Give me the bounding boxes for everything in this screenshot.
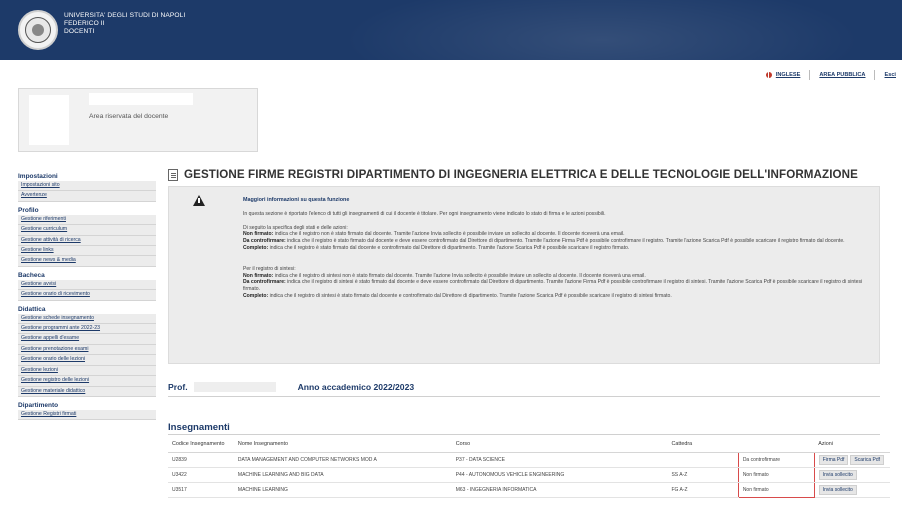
univ-line2: FEDERICO II [64, 20, 105, 27]
col-header: Azioni [814, 437, 890, 453]
sidebar-item[interactable]: Gestione prenotazione esami [18, 344, 156, 356]
inglese-link[interactable]: INGLESE [776, 72, 801, 78]
info-state-3: Completo: indica che il registro è stato… [243, 244, 630, 251]
sidebar-item[interactable]: Gestione orario delle lezioni [18, 355, 156, 366]
cell-corso: P37 - DATA SCIENCE [451, 452, 668, 468]
university-logo[interactable] [18, 10, 58, 50]
action-button[interactable]: Scarica Pdf [850, 454, 884, 465]
sidebar-item[interactable]: Gestione orario di ricevimento [18, 290, 156, 301]
avatar [29, 95, 69, 145]
action-button[interactable]: Firma Pdf [818, 454, 849, 465]
page-title-text: GESTIONE FIRME REGISTRI DIPARTIMENTO DI … [184, 168, 858, 181]
cell-codice: U3422 [168, 467, 234, 483]
table-row: U3422 MACHINE LEARNING AND BIG DATA P44 - … [168, 467, 890, 483]
info-sintesi-1: Non firmato: indica che il registro di s… [243, 272, 646, 279]
sidebar-item[interactable]: Gestione programmi ante 2022-23 [18, 324, 156, 335]
table-header-row: Codice Insegnamento Nome Insegnamento Co… [168, 437, 890, 453]
cell-cattedra: FG A-Z [667, 482, 739, 498]
sidebar-section-title: Dipartimento [18, 401, 59, 409]
info-intro: In questa sezione è riportato l'elenco d… [243, 210, 606, 217]
cell-corso: P44 - AUTONOMOUS VEHICLE ENGINEERING [451, 467, 668, 483]
header-bar: UNIVERSITA' DEGLI STUDI DI NAPOLI FEDERI… [0, 0, 902, 60]
info-box: Maggiori informazioni su questa funzione… [168, 186, 880, 364]
sidebar-item[interactable]: Avvertenze [18, 191, 156, 202]
sidebar-section-title: Didattica [18, 305, 46, 313]
cell-codice: U3517 [168, 482, 234, 498]
col-header: Cattedra [667, 437, 739, 453]
anno-accademico: Anno accademico 2022/2023 [297, 382, 415, 392]
action-button[interactable]: Invia sollecito [818, 469, 857, 480]
sidebar-item[interactable]: Gestione Registri firmati [18, 409, 156, 421]
sidebar-item[interactable]: Gestione curriculum [18, 225, 156, 236]
document-icon [168, 168, 178, 181]
sidebar-item[interactable]: Gestione appelli d'esame [18, 334, 156, 345]
cell-nome: MACHINE LEARNING AND BIG DATA [233, 467, 452, 483]
area-riservata-label: Area riservata del docente [89, 113, 169, 120]
sidebar-item[interactable]: Gestione news & media [18, 256, 156, 267]
info-sintesi-2: Da controfirmare: indica che il registro… [243, 279, 863, 293]
sidebar-section-title: Impostazioni [18, 173, 58, 180]
info-sintesi-intro: Per il registro di sintesi: [243, 265, 296, 272]
sidebar-item[interactable]: Gestione registro delle lezioni [18, 376, 156, 387]
page-title: GESTIONE FIRME REGISTRI DIPARTIMENTO DI … [168, 168, 858, 181]
info-state-1: Non firmato: indica che il registro non … [243, 231, 625, 238]
sidebar-item[interactable]: Gestione schede insegnamento [18, 313, 156, 325]
university-name: UNIVERSITA' DEGLI STUDI DI NAPOLI FEDERI… [64, 12, 185, 36]
info-state-2: Da controfirmare: indica che il registro… [243, 238, 845, 245]
info-sintesi-3: Completo: indica che il registro di sint… [243, 292, 672, 299]
info-heading[interactable]: Maggiori informazioni su questa funzione [243, 197, 873, 204]
prof-line: Prof. Anno accademico 2022/2023 [168, 382, 414, 392]
area-riservata-box: Area riservata del docente [18, 88, 258, 152]
cell-azioni: Invia sollecito [814, 467, 890, 483]
sidebar-item[interactable]: Impostazioni sito [18, 181, 156, 192]
sidebar-item[interactable]: Gestione riferimenti [18, 214, 156, 226]
docente-name-redacted [89, 93, 193, 105]
esci-link[interactable]: Esci [884, 72, 896, 78]
prof-label: Prof. [168, 382, 188, 392]
sidebar-item[interactable]: Gestione lezioni [18, 365, 156, 377]
univ-line1: UNIVERSITA' DEGLI STUDI DI NAPOLI [64, 12, 186, 19]
sidebar-section-title: Bacheca [18, 271, 45, 279]
insegnamenti-table: Codice Insegnamento Nome Insegnamento Co… [168, 437, 890, 498]
action-button[interactable]: Invia sollecito [818, 484, 857, 495]
cell-codice: U2839 [168, 452, 234, 468]
info-content: Maggiori informazioni su questa funzione… [243, 197, 873, 300]
area-pubblica-link[interactable]: AREA PUBBLICA [819, 72, 865, 78]
cell-azioni: Firma Pdf Scarica Pdf [814, 452, 890, 468]
univ-line3: DOCENTI [64, 28, 95, 35]
sidebar-item[interactable]: Gestione materiale didattico [18, 386, 156, 397]
prof-name-redacted [193, 382, 276, 392]
cell-cattedra [667, 452, 739, 468]
insegnamenti-heading: Insegnamenti [168, 422, 230, 433]
col-header: Codice Insegnamento [168, 437, 234, 453]
sidebar-item[interactable]: Gestione attività di ricerca [18, 235, 156, 247]
top-links: INGLESE AREA PUBBLICA Esci [765, 70, 896, 80]
col-header: Nome Insegnamento [233, 437, 452, 453]
info-states-intro: Di seguito la specifica degli stati e de… [243, 224, 348, 231]
col-header [738, 437, 815, 453]
col-header: Corso [451, 437, 668, 453]
flag-icon [765, 72, 772, 78]
cell-azioni: Invia sollecito [814, 482, 890, 498]
warning-icon [193, 195, 205, 206]
cell-nome: MACHINE LEARNING [233, 482, 452, 498]
header-watermark [342, 0, 862, 60]
cell-nome: DATA MANAGEMENT AND COMPUTER NETWORKS MO… [233, 452, 452, 468]
sidebar-item[interactable]: Gestione avvisi [18, 279, 156, 291]
table-row: U2839 DATA MANAGEMENT AND COMPUTER NETWOR… [168, 451, 890, 468]
cell-stato: Da controfirmare [737, 451, 815, 468]
sidebar: Impostazioni Impostazioni sito Avvertenze P… [18, 168, 158, 421]
cell-corso: M63 - INGEGNERIA INFORMATICA [451, 482, 668, 498]
sidebar-item[interactable]: Gestione links [18, 246, 156, 257]
cell-cattedra: SS A-Z [667, 467, 739, 483]
cell-stato: Non firmato [737, 467, 815, 483]
cell-stato: Non firmato [737, 482, 815, 498]
table-row: U3517 MACHINE LEARNING M63 - INGEGNERIA IN… [168, 482, 890, 498]
sidebar-section-title: Profilo [18, 206, 39, 214]
